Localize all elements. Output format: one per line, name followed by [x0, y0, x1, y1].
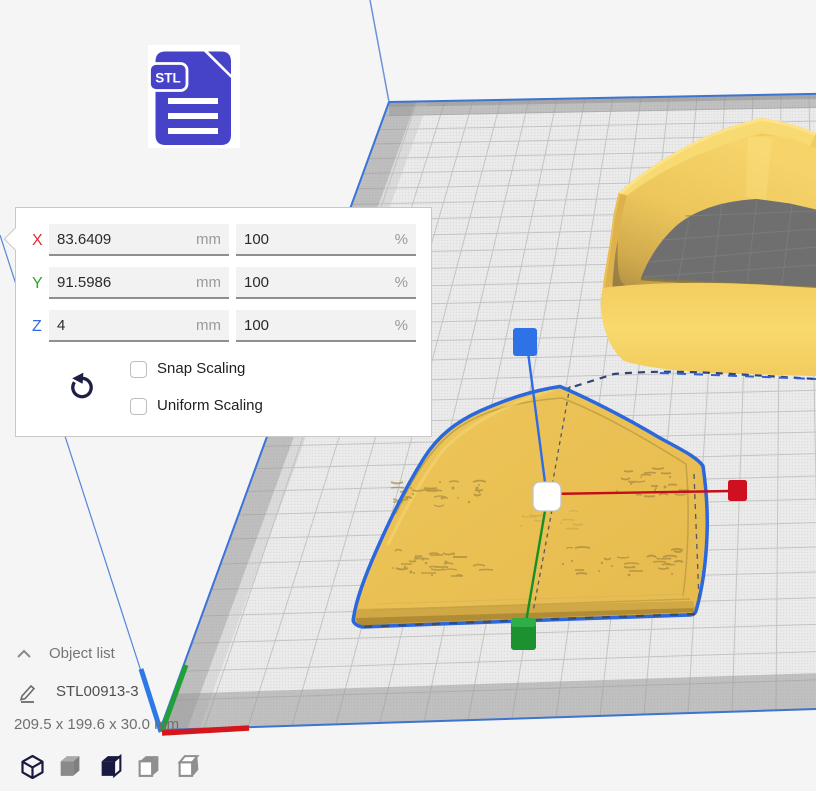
svg-text:STL: STL [155, 71, 181, 86]
